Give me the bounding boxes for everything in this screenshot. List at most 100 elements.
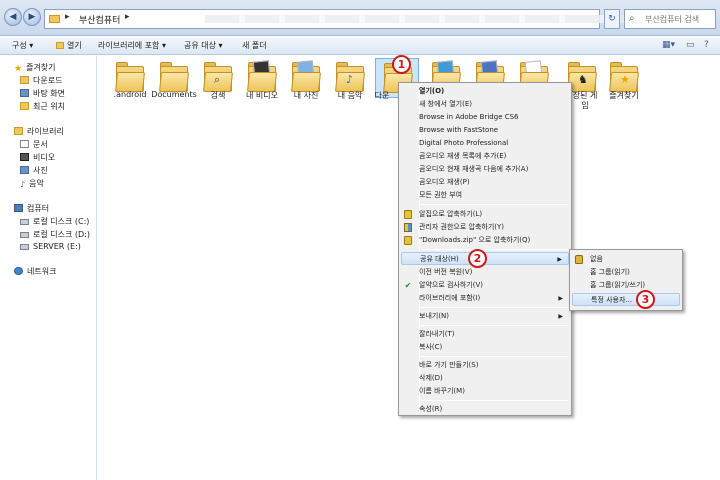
- admin-zip-icon: [404, 223, 412, 232]
- folder-label[interactable]: 검색: [193, 90, 243, 101]
- nav-libraries[interactable]: 라이브러리: [14, 126, 64, 137]
- alyac-icon: ✔: [404, 281, 412, 290]
- menu-item-include-library[interactable]: 라이브러리에 포함(I) ▶: [401, 292, 569, 305]
- view-options-icon[interactable]: ▦▾: [662, 40, 675, 50]
- include-library-button[interactable]: 라이브러리에 포함 ▾: [98, 40, 166, 51]
- downloads-folder-icon: [20, 76, 29, 84]
- menu-item-digital-photo[interactable]: Digital Photo Professional: [401, 137, 569, 150]
- folder-icon: [49, 15, 60, 23]
- menu-item-zip-compress-label: "Downloads.zip" 으로 압축하기(Q): [419, 236, 531, 244]
- nav-music[interactable]: ♪ 음악: [20, 178, 44, 189]
- recent-places-icon: [20, 102, 29, 110]
- menu-item-create-shortcut[interactable]: 바로 가기 만들기(S): [401, 359, 569, 372]
- search-placeholder: 부산컴퓨터 검색: [645, 15, 700, 24]
- submenu-item-homegroup-readwrite[interactable]: 홈 그룹(읽기/쓰기): [572, 279, 680, 292]
- organize-button[interactable]: 구성 ▾: [12, 40, 33, 51]
- pictures-icon: [20, 166, 29, 174]
- menu-item-restore-versions[interactable]: 이전 버전 복원(V): [401, 266, 569, 279]
- lock-icon: [575, 255, 583, 264]
- drive-icon: [20, 219, 29, 225]
- nav-network[interactable]: 네트워크: [14, 266, 56, 277]
- menu-item-open-new-window[interactable]: 새 창에서 열기(E): [401, 98, 569, 111]
- menu-item-browse-faststone[interactable]: Browse with FastStone: [401, 124, 569, 137]
- submenu-item-nobody[interactable]: 없음: [572, 253, 680, 266]
- nav-pictures[interactable]: 사진: [20, 165, 48, 176]
- nav-local-c[interactable]: 로컬 디스크 (C:): [20, 216, 89, 227]
- menu-item-open[interactable]: 열기(O): [401, 85, 569, 98]
- nav-documents-label: 문서: [33, 140, 48, 149]
- nav-local-d-label: 로컬 디스크 (D:): [33, 230, 90, 239]
- nav-pictures-label: 사진: [33, 166, 48, 175]
- nav-computer[interactable]: 컴퓨터: [14, 203, 49, 214]
- menu-item-grant-all[interactable]: 모든 권한 부여: [401, 189, 569, 202]
- chess-piece-icon: ♞: [578, 73, 588, 86]
- nav-desktop-label: 바탕 화면: [33, 89, 65, 98]
- address-bar[interactable]: ▸ 부산컴퓨터 ▸: [44, 9, 625, 29]
- menu-item-alyac-scan-label: 알약으로 검사하기(V): [419, 281, 483, 289]
- breadcrumb-current[interactable]: 부산컴퓨터: [79, 13, 120, 26]
- blurred-taskbar-region: [205, 15, 625, 23]
- folder-label[interactable]: Documents: [149, 90, 199, 99]
- search-input[interactable]: ⌕ 부산컴퓨터 검색: [624, 9, 716, 29]
- submenu-item-specific-people[interactable]: 특정 사용자...: [572, 293, 680, 306]
- menu-item-delete[interactable]: 삭제(D): [401, 372, 569, 385]
- music-note-icon: ♪: [346, 73, 354, 86]
- nav-videos[interactable]: 비디오: [20, 152, 55, 163]
- menu-item-audio-play[interactable]: 곰오디오 재생(P): [401, 176, 569, 189]
- address-bar-row: ◀ ▶ ▸ 부산컴퓨터 ▸ ↻ ⌕ 부산컴퓨터 검색: [0, 0, 720, 36]
- drive-icon: [20, 232, 29, 238]
- folder-label-line2[interactable]: 임: [578, 100, 592, 111]
- folder-front: [158, 72, 190, 92]
- menu-item-zip-compress[interactable]: "Downloads.zip" 으로 압축하기(Q): [401, 234, 569, 247]
- menu-separator: [421, 400, 568, 401]
- folder-label[interactable]: 즐겨찾기: [599, 90, 649, 101]
- folder-label[interactable]: 내 사진: [281, 90, 331, 101]
- nav-recent[interactable]: 최근 위치: [20, 101, 65, 112]
- computer-icon: [14, 204, 23, 212]
- menu-item-alzip-compress[interactable]: 알집으로 압축하기(L): [401, 208, 569, 221]
- submenu-arrow-icon: ▶: [558, 295, 563, 302]
- nav-favorites-label: 즐겨찾기: [26, 63, 56, 72]
- folder-front: [246, 72, 278, 92]
- refresh-icon[interactable]: ↻: [604, 9, 620, 29]
- menu-item-alyac-scan[interactable]: ✔ 알약으로 검사하기(V): [401, 279, 569, 292]
- menu-separator: [421, 307, 568, 308]
- new-folder-button[interactable]: 새 폴더: [242, 40, 267, 51]
- breadcrumb-arrow-next[interactable]: ▸: [125, 12, 130, 22]
- menu-item-cut[interactable]: 잘라내기(T): [401, 328, 569, 341]
- nav-favorites[interactable]: ★ 즐겨찾기: [14, 62, 56, 74]
- music-note-icon: ♪: [20, 180, 26, 189]
- back-arrow-icon[interactable]: ◀: [4, 8, 22, 26]
- nav-desktop[interactable]: 바탕 화면: [20, 88, 65, 99]
- nav-downloads-label: 다운로드: [33, 76, 63, 85]
- open-button[interactable]: 열기: [56, 40, 82, 51]
- menu-item-properties[interactable]: 속성(R): [401, 403, 569, 416]
- menu-item-copy[interactable]: 복사(C): [401, 341, 569, 354]
- menu-item-alzip-compress-label: 알집으로 압축하기(L): [419, 210, 483, 218]
- menu-item-browse-bridge[interactable]: Browse in Adobe Bridge CS6: [401, 111, 569, 124]
- forward-arrow-icon[interactable]: ▶: [23, 8, 41, 26]
- folder-label[interactable]: .android: [105, 90, 155, 99]
- share-submenu: 없음 홈 그룹(읽기) 홈 그룹(읽기/쓰기) 특정 사용자...: [569, 249, 683, 311]
- menu-item-audio-add-next[interactable]: 곰오디오 현재 재생곡 다음에 추가(A): [401, 163, 569, 176]
- network-drive-icon: [20, 244, 29, 250]
- menu-item-share-with-label: 공유 대상(H): [420, 255, 459, 263]
- nav-local-d[interactable]: 로컬 디스크 (D:): [20, 229, 90, 240]
- submenu-item-homegroup-read[interactable]: 홈 그룹(읽기): [572, 266, 680, 279]
- nav-music-label: 음악: [29, 179, 44, 188]
- menu-item-rename[interactable]: 이름 바꾸기(M): [401, 385, 569, 398]
- menu-item-audio-add-playlist[interactable]: 곰오디오 재생 목록에 추가(E): [401, 150, 569, 163]
- folder-label[interactable]: 다운: [362, 90, 402, 101]
- nav-documents[interactable]: 문서: [20, 139, 48, 150]
- nav-server-e[interactable]: SERVER (E:): [20, 242, 81, 251]
- help-icon[interactable]: ?: [704, 40, 709, 50]
- open-button-label: 열기: [67, 41, 82, 50]
- document-icon: [20, 140, 29, 148]
- nav-downloads[interactable]: 다운로드: [20, 75, 62, 86]
- menu-item-admin-compress[interactable]: 관리자 권한으로 압축하기(Y): [401, 221, 569, 234]
- share-button[interactable]: 공유 대상 ▾: [184, 40, 223, 51]
- menu-item-send-to[interactable]: 보내기(N) ▶: [401, 310, 569, 323]
- preview-pane-icon[interactable]: ▭: [686, 40, 695, 50]
- folder-label[interactable]: 내 비디오: [237, 90, 287, 101]
- breadcrumb-arrow[interactable]: ▸: [65, 12, 70, 22]
